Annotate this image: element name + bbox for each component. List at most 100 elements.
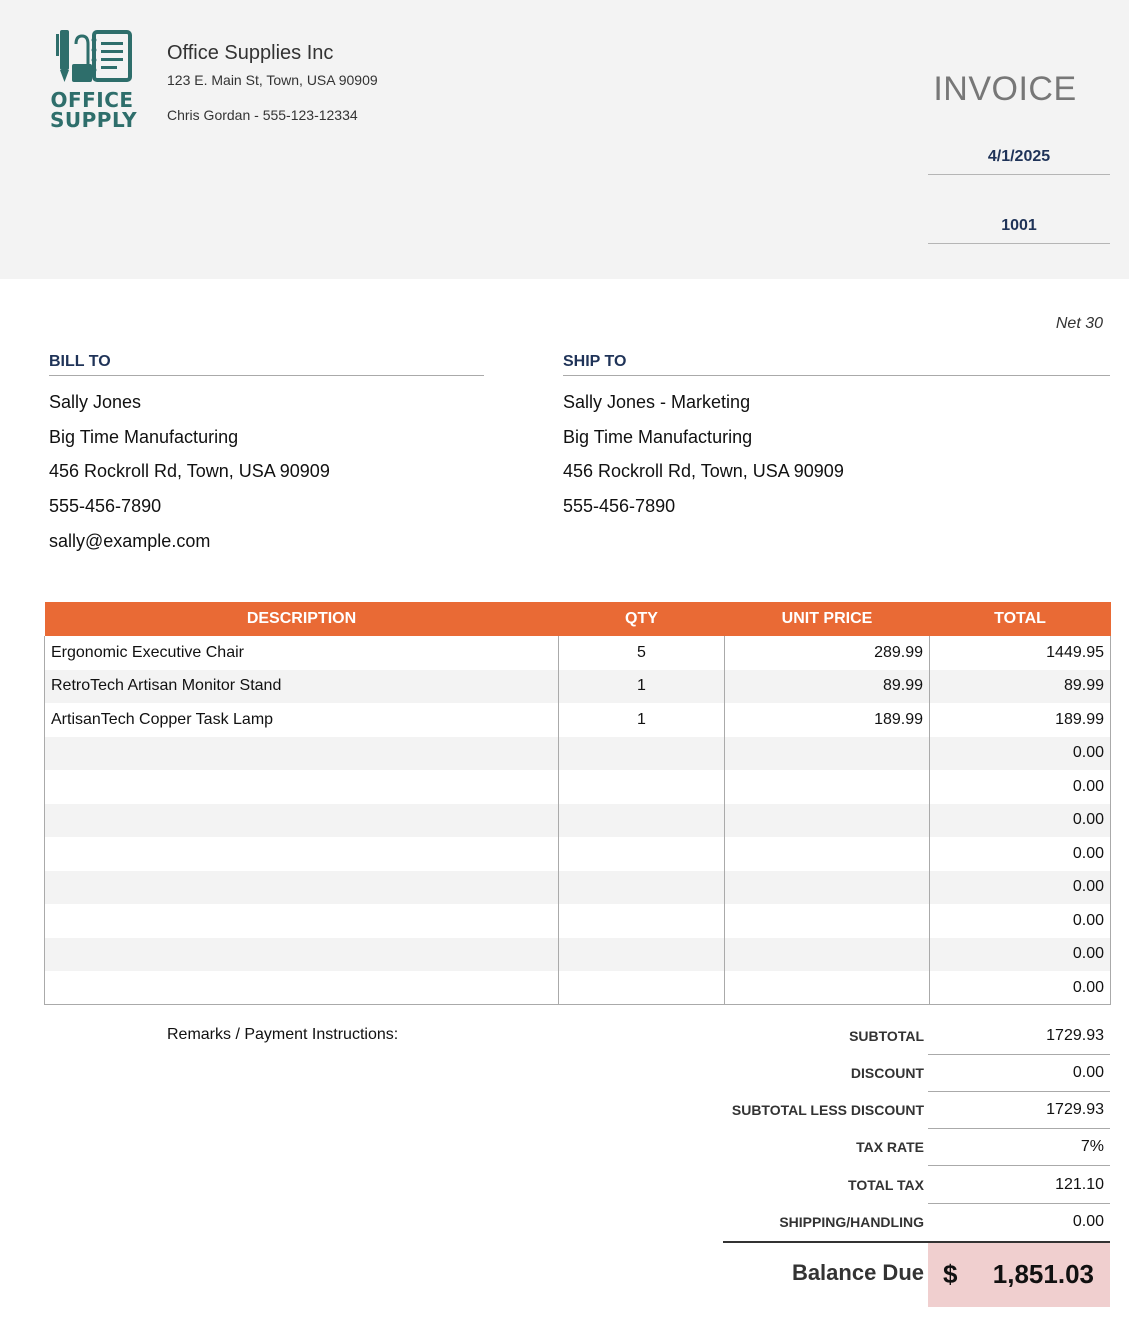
item-total-cell: 189.99	[929, 703, 1111, 737]
item-qty-cell[interactable]	[558, 770, 725, 804]
column-header-total: TOTAL	[929, 602, 1111, 636]
bill-to-address[interactable]: 456 Rockroll Rd, Town, USA 90909	[49, 461, 330, 482]
item-description-cell[interactable]	[44, 803, 559, 837]
company-name: Office Supplies Inc	[167, 42, 334, 64]
summary-value[interactable]: 0.00	[928, 1064, 1104, 1082]
item-qty-cell[interactable]	[558, 870, 725, 904]
item-qty-cell[interactable]: 1	[558, 669, 725, 703]
item-qty-cell[interactable]	[558, 837, 725, 871]
column-header-unit-price: UNIT PRICE	[724, 602, 930, 636]
item-unit-price-cell[interactable]	[724, 736, 930, 770]
item-unit-price-cell[interactable]	[724, 803, 930, 837]
column-header-qty: QTY	[558, 602, 725, 636]
summary-label: TAX RATE	[856, 1139, 924, 1155]
ship-to-company[interactable]: Big Time Manufacturing	[563, 427, 752, 448]
bill-to-phone[interactable]: 555-456-7890	[49, 496, 161, 517]
table-row: 0.00	[44, 803, 1111, 837]
item-total-cell: 89.99	[929, 669, 1111, 703]
company-contact: Chris Gordan - 555-123-12334	[167, 107, 358, 123]
summary-divider	[928, 1165, 1110, 1166]
item-qty-cell[interactable]	[558, 904, 725, 938]
item-description-cell[interactable]	[44, 736, 559, 770]
summary-label: DISCOUNT	[850, 1065, 924, 1081]
ship-to-phone[interactable]: 555-456-7890	[563, 496, 675, 517]
item-unit-price-cell[interactable]	[724, 770, 930, 804]
ship-to-heading: SHIP TO	[563, 353, 1110, 376]
item-qty-cell[interactable]	[558, 971, 725, 1005]
invoice-date-field[interactable]: 4/1/2025	[928, 148, 1110, 175]
item-total-cell: 0.00	[929, 803, 1111, 837]
summary-value[interactable]: 0.00	[928, 1213, 1104, 1231]
item-description-cell[interactable]	[44, 904, 559, 938]
item-description-cell[interactable]	[44, 770, 559, 804]
table-row: 0.00	[44, 904, 1111, 938]
remarks-label: Remarks / Payment Instructions:	[167, 1026, 399, 1043]
logo-text-supply: SUPPLY	[50, 108, 138, 132]
item-unit-price-cell[interactable]	[724, 904, 930, 938]
item-unit-price-cell[interactable]	[724, 837, 930, 871]
item-total-cell: 1449.95	[929, 636, 1111, 670]
item-unit-price-cell[interactable]: 89.99	[724, 669, 930, 703]
ship-to-address[interactable]: 456 Rockroll Rd, Town, USA 90909	[563, 461, 844, 482]
summary-divider	[928, 1054, 1110, 1055]
item-description-cell[interactable]: Ergonomic Executive Chair	[44, 636, 559, 670]
summary-value: 1729.93	[1046, 1027, 1104, 1044]
line-items-body: Ergonomic Executive Chair 5 289.99 1449.95 R…	[44, 636, 1111, 1005]
table-row: Ergonomic Executive Chair 5 289.99 1449.95	[44, 636, 1111, 670]
item-qty-cell[interactable]: 1	[558, 703, 725, 737]
summary-divider	[928, 1128, 1110, 1129]
summary-label: SHIPPING/HANDLING	[779, 1214, 924, 1230]
table-row: 0.00	[44, 837, 1111, 871]
item-qty-cell[interactable]: 5	[558, 636, 725, 670]
payment-terms[interactable]: Net 30	[1056, 315, 1103, 333]
item-qty-cell[interactable]	[558, 736, 725, 770]
summary-label: SUBTOTAL LESS DISCOUNT	[731, 1102, 924, 1118]
balance-due-box: $ 1,851.03	[928, 1243, 1110, 1307]
bill-to-heading: BILL TO	[49, 353, 484, 376]
item-description-cell[interactable]	[44, 870, 559, 904]
table-row: RetroTech Artisan Monitor Stand 1 89.99 89.…	[44, 669, 1111, 703]
invoice-header: OFFICE SUPPLY Office Supplies Inc 123 E.…	[0, 0, 1129, 279]
item-unit-price-cell[interactable]	[724, 971, 930, 1005]
balance-currency: $	[943, 1259, 958, 1289]
bill-to-name[interactable]: Sally Jones	[49, 392, 141, 413]
item-unit-price-cell[interactable]	[724, 870, 930, 904]
supplies-logo-icon	[56, 30, 132, 82]
company-address: 123 E. Main St, Town, USA 90909	[167, 72, 378, 88]
item-total-cell: 0.00	[929, 770, 1111, 804]
item-description-cell[interactable]	[44, 837, 559, 871]
line-items-table: DESCRIPTION QTY UNIT PRICE TOTAL Ergonom…	[44, 602, 1111, 1005]
item-description-cell[interactable]	[44, 937, 559, 971]
summary-value: 121.10	[1055, 1176, 1104, 1193]
table-row: ArtisanTech Copper Task Lamp 1 189.99 189.9…	[44, 703, 1111, 737]
item-description-cell[interactable]	[44, 971, 559, 1005]
item-qty-cell[interactable]	[558, 937, 725, 971]
table-row: 0.00	[44, 937, 1111, 971]
table-row: 0.00	[44, 870, 1111, 904]
invoice-number-field[interactable]: 1001	[928, 217, 1110, 244]
table-row: 0.00	[44, 736, 1111, 770]
bill-to-company[interactable]: Big Time Manufacturing	[49, 427, 238, 448]
item-total-cell: 0.00	[929, 937, 1111, 971]
item-description-cell[interactable]: ArtisanTech Copper Task Lamp	[44, 703, 559, 737]
table-header-row: DESCRIPTION QTY UNIT PRICE TOTAL	[44, 602, 1111, 636]
bill-to-email[interactable]: sally@example.com	[49, 531, 210, 552]
summary-value[interactable]: 7%	[928, 1138, 1104, 1156]
summary-label: SUBTOTAL	[849, 1028, 924, 1044]
item-unit-price-cell[interactable]: 289.99	[724, 636, 930, 670]
summary-value: 1729.93	[1046, 1101, 1104, 1118]
item-description-cell[interactable]: RetroTech Artisan Monitor Stand	[44, 669, 559, 703]
item-unit-price-cell[interactable]	[724, 937, 930, 971]
summary-divider	[928, 1091, 1110, 1092]
column-header-description: DESCRIPTION	[44, 602, 559, 636]
ship-to-name[interactable]: Sally Jones - Marketing	[563, 392, 750, 413]
balance-due-label: Balance Due	[791, 1260, 924, 1285]
item-total-cell: 0.00	[929, 837, 1111, 871]
logo-text-office: OFFICE	[50, 88, 134, 112]
item-qty-cell[interactable]	[558, 803, 725, 837]
summary-divider	[928, 1203, 1110, 1204]
summary-label: TOTAL TAX	[848, 1177, 924, 1193]
table-row: 0.00	[44, 971, 1111, 1005]
invoice-title: INVOICE	[933, 70, 1077, 108]
item-unit-price-cell[interactable]: 189.99	[724, 703, 930, 737]
